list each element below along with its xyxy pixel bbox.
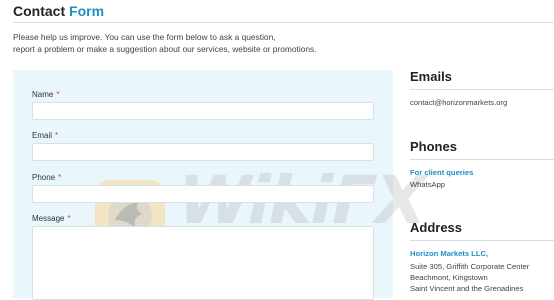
page-title-main: Contact [13, 3, 66, 19]
page-title: Contact Form [13, 3, 104, 19]
phone-label: Phone * [32, 173, 61, 182]
message-textarea[interactable] [32, 226, 374, 300]
intro-text: Please help us improve. You can use the … [13, 31, 393, 55]
email-input[interactable] [32, 143, 374, 161]
address-line: Beachmont, Kingstown [410, 273, 488, 282]
emails-divider [410, 89, 554, 90]
name-input[interactable] [32, 102, 374, 120]
required-marker: * [55, 131, 59, 140]
phones-divider [410, 159, 554, 160]
name-label: Name * [32, 90, 59, 99]
address-line: Suite 305, Griffith Corporate Center [410, 262, 530, 271]
client-queries-link[interactable]: For client queries [410, 168, 473, 177]
phone-input[interactable] [32, 185, 374, 203]
message-label-text: Message [32, 214, 65, 223]
address-lines: Suite 305, Griffith Corporate Center Bea… [410, 261, 529, 294]
title-divider [13, 22, 554, 23]
intro-line-1: Please help us improve. You can use the … [13, 32, 276, 42]
required-marker: * [67, 214, 71, 223]
email-address[interactable]: contact@horizonmarkets.org [410, 98, 507, 107]
intro-line-2: report a problem or make a suggestion ab… [13, 44, 317, 54]
email-label: Email * [32, 131, 58, 140]
message-label: Message * [32, 214, 71, 223]
email-label-text: Email [32, 131, 53, 140]
emails-heading: Emails [410, 69, 452, 84]
whatsapp-text: WhatsApp [410, 180, 446, 189]
required-marker: * [56, 90, 60, 99]
phone-label-text: Phone [32, 173, 56, 182]
company-name[interactable]: Horizon Markets LLC, [410, 249, 488, 258]
required-marker: * [58, 173, 62, 182]
name-label-text: Name [32, 90, 54, 99]
address-divider [410, 240, 554, 241]
page-title-accent: Form [69, 3, 105, 19]
phones-heading: Phones [410, 139, 457, 154]
address-line: Saint Vincent and the Grenadines [410, 284, 524, 293]
address-heading: Address [410, 220, 463, 235]
